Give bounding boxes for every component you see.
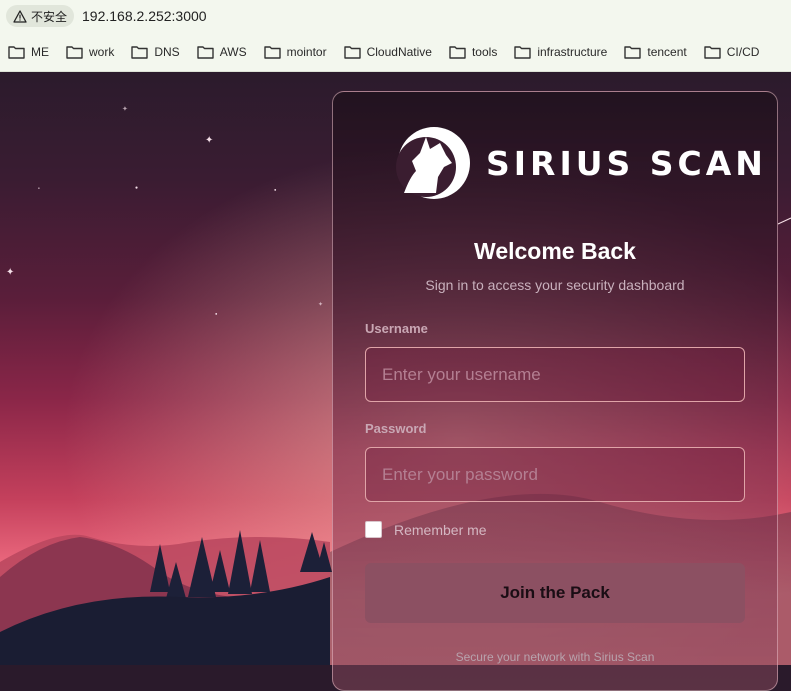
- folder-icon: [449, 45, 466, 59]
- folder-icon: [196, 45, 214, 59]
- bookmark-folder-work[interactable]: work: [66, 38, 123, 66]
- bookmark-label: tools: [471, 44, 498, 59]
- brand-logo: SIRIUS SCAN: [396, 125, 767, 201]
- remember-label: Remember me: [394, 521, 487, 538]
- security-label: 不安全: [31, 9, 68, 24]
- folder-icon: [704, 45, 721, 59]
- bookmark-folder-cicd[interactable]: CI/CD: [704, 38, 769, 66]
- bookmark-folder-me[interactable]: ME: [8, 38, 58, 66]
- bookmark-folder-aws[interactable]: AWS: [196, 38, 256, 66]
- star-decoration: ✦: [122, 106, 128, 113]
- footer-text: Secure your network with Sirius Scan: [455, 650, 655, 664]
- username-label: Username: [365, 321, 428, 336]
- bookmark-folder-tencent[interactable]: tencent: [624, 38, 695, 66]
- sign-in-button[interactable]: Join the Pack: [365, 563, 745, 623]
- bookmark-label: ME: [31, 44, 49, 59]
- bookmark-folder-infrastructure[interactable]: infrastructure: [514, 38, 616, 66]
- warning-icon: [13, 9, 27, 23]
- star-decoration: ●: [274, 187, 277, 192]
- address-bar[interactable]: 不安全 192.168.2.252:3000: [0, 0, 791, 32]
- folder-icon: [343, 45, 361, 59]
- page-subtitle: Sign in to access your security dashboar…: [425, 277, 685, 293]
- star-decoration: ●: [215, 311, 218, 316]
- remember-checkbox[interactable]: [365, 521, 382, 538]
- bookmark-folder-tools[interactable]: tools: [449, 38, 506, 66]
- bookmark-label: CI/CD: [726, 44, 760, 59]
- star-decoration: ✦: [205, 135, 214, 146]
- bookmark-label: tencent: [647, 44, 687, 59]
- bookmark-label: infrastructure: [537, 44, 608, 59]
- star-decoration: ✦: [318, 302, 324, 308]
- bookmark-label: DNS: [154, 44, 180, 59]
- star-decoration: ●: [38, 186, 40, 190]
- bookmark-label: CloudNative: [366, 44, 432, 59]
- bookmark-label: work: [89, 44, 115, 59]
- page-title: Welcome Back: [474, 238, 636, 264]
- remember-me[interactable]: Remember me: [365, 521, 487, 538]
- security-indicator[interactable]: 不安全: [6, 5, 75, 27]
- folder-icon: [624, 45, 642, 59]
- password-input[interactable]: [365, 447, 745, 502]
- bookmarks-bar: ME work DNS AWS mointor CloudNative tool…: [0, 32, 791, 72]
- folder-icon: [8, 45, 25, 59]
- star-decoration: ●: [135, 185, 139, 191]
- bookmark-folder-dns[interactable]: DNS: [131, 38, 188, 66]
- bookmark-label: mointor: [286, 44, 327, 59]
- brand-name: SIRIUS SCAN: [486, 143, 767, 183]
- folder-icon: [514, 45, 532, 59]
- folder-icon: [66, 45, 83, 59]
- folder-icon: [131, 45, 149, 59]
- bookmark-label: AWS: [219, 44, 247, 59]
- password-label: Password: [365, 421, 427, 436]
- url-text[interactable]: 192.168.2.252:3000: [82, 8, 207, 24]
- wolf-moon-icon: [396, 127, 470, 199]
- username-input[interactable]: [365, 347, 745, 402]
- bookmark-folder-cloudnative[interactable]: CloudNative: [343, 38, 441, 66]
- folder-icon: [263, 45, 281, 59]
- bookmark-folder-mointor[interactable]: mointor: [263, 38, 336, 66]
- star-decoration: ✦: [6, 267, 15, 278]
